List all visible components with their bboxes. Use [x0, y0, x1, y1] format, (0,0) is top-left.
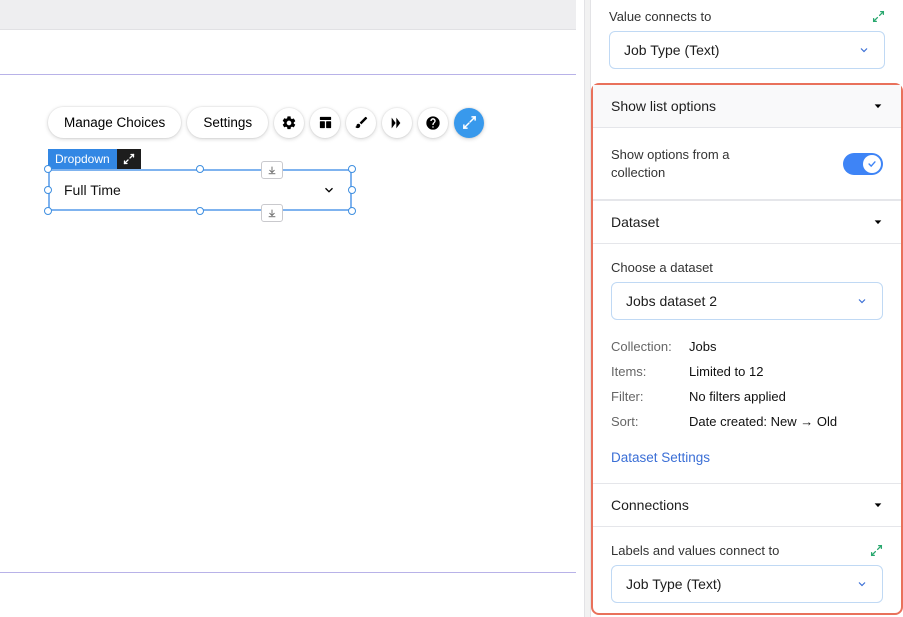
- connection-link-icon[interactable]: [872, 10, 885, 23]
- show-options-toggle[interactable]: [843, 153, 883, 175]
- layout-icon-button[interactable]: [310, 108, 340, 138]
- dataset-items-val: Limited to 12: [689, 364, 763, 379]
- dataset-info-list: Collection: Jobs Items: Limited to 12 Fi…: [593, 334, 901, 440]
- choose-dataset-value: Jobs dataset 2: [626, 293, 717, 309]
- help-icon: [425, 115, 441, 131]
- dataset-filter-val: No filters applied: [689, 389, 786, 404]
- design-icon-button[interactable]: [346, 108, 376, 138]
- stretch-handle-top[interactable]: [261, 161, 283, 179]
- dataset-filter-key: Filter:: [611, 389, 689, 404]
- value-connects-value: Job Type (Text): [624, 42, 719, 58]
- collapse-caret-icon: [873, 101, 883, 111]
- stretch-icon: [267, 165, 277, 175]
- choose-dataset-label: Choose a dataset: [611, 260, 713, 275]
- dataset-filter-row: Filter: No filters applied: [611, 384, 883, 409]
- selection-handle[interactable]: [348, 186, 356, 194]
- dataset-collection-key: Collection:: [611, 339, 689, 354]
- layout-icon: [318, 115, 333, 130]
- connect-data-icon: [462, 115, 477, 130]
- dropdown-value: Full Time: [64, 182, 121, 198]
- dataset-sort-val: Date created: New → Old: [689, 414, 837, 429]
- show-list-options-title: Show list options: [611, 98, 716, 114]
- toggle-knob: [863, 155, 881, 173]
- show-options-from-collection-row: Show options from a collection: [593, 128, 901, 200]
- labels-values-connect-row: Labels and values connect to: [593, 527, 901, 565]
- settings-button[interactable]: Settings: [187, 107, 268, 138]
- dataset-collection-row: Collection: Jobs: [611, 334, 883, 359]
- gear-icon: [281, 115, 297, 131]
- properties-panel: Value connects to Job Type (Text) Show l…: [591, 0, 903, 617]
- dataset-section-title: Dataset: [611, 214, 659, 230]
- canvas-area: Manage Choices Settings Dropdown Full Ti…: [0, 0, 580, 617]
- element-toolbar: Manage Choices Settings: [48, 107, 484, 138]
- element-type-label: Dropdown: [55, 152, 110, 166]
- chevron-down-icon: [858, 44, 870, 56]
- stretch-icon: [267, 208, 277, 218]
- dataset-items-row: Items: Limited to 12: [611, 359, 883, 384]
- value-connects-select[interactable]: Job Type (Text): [609, 31, 885, 69]
- connection-badge-icon: [123, 153, 135, 165]
- panel-resize-divider[interactable]: [584, 0, 591, 617]
- gear-icon-button[interactable]: [274, 108, 304, 138]
- element-connection-badge[interactable]: [117, 149, 141, 169]
- connection-link-icon[interactable]: [870, 544, 883, 557]
- dataset-collection-val: Jobs: [689, 339, 716, 354]
- dataset-items-key: Items:: [611, 364, 689, 379]
- chevron-down-icon: [856, 578, 868, 590]
- selection-handle[interactable]: [348, 165, 356, 173]
- check-icon: [867, 159, 877, 169]
- labels-values-connect-value: Job Type (Text): [626, 576, 721, 592]
- animation-icon: [389, 115, 405, 131]
- dropdown-element[interactable]: Full Time: [48, 169, 352, 211]
- selection-handle[interactable]: [196, 165, 204, 173]
- collapse-caret-icon: [873, 500, 883, 510]
- dataset-section-header[interactable]: Dataset: [593, 200, 901, 244]
- selection-handle[interactable]: [348, 207, 356, 215]
- choose-dataset-select[interactable]: Jobs dataset 2: [611, 282, 883, 320]
- dataset-settings-link[interactable]: Dataset Settings: [593, 440, 728, 483]
- show-list-options-header[interactable]: Show list options: [593, 85, 901, 128]
- highlighted-panel-region: Show list options Show options from a co…: [591, 83, 903, 615]
- connections-section-title: Connections: [611, 497, 689, 513]
- connect-data-icon-button[interactable]: [454, 108, 484, 138]
- manage-choices-button[interactable]: Manage Choices: [48, 107, 181, 138]
- dataset-sort-key: Sort:: [611, 414, 689, 429]
- labels-values-connect-select[interactable]: Job Type (Text): [611, 565, 883, 603]
- dataset-sort-row: Sort: Date created: New → Old: [611, 409, 883, 434]
- chevron-down-icon: [856, 295, 868, 307]
- connections-section-header[interactable]: Connections: [593, 483, 901, 527]
- choose-dataset-label-row: Choose a dataset: [593, 244, 901, 282]
- stretch-handle-bottom[interactable]: [261, 204, 283, 222]
- selection-handle[interactable]: [196, 207, 204, 215]
- labels-values-connect-label: Labels and values connect to: [611, 543, 779, 558]
- canvas-top-bar: [0, 0, 576, 30]
- value-connects-label-row: Value connects to: [591, 0, 903, 31]
- brush-icon: [354, 115, 369, 130]
- selection-handle[interactable]: [44, 186, 52, 194]
- selection-handle[interactable]: [44, 207, 52, 215]
- chevron-down-icon: [322, 183, 336, 197]
- animation-icon-button[interactable]: [382, 108, 412, 138]
- help-icon-button[interactable]: [418, 108, 448, 138]
- show-options-toggle-label: Show options from a collection: [611, 146, 771, 181]
- collapse-caret-icon: [873, 217, 883, 227]
- value-connects-label: Value connects to: [609, 9, 711, 24]
- selection-handle[interactable]: [44, 165, 52, 173]
- element-type-tag[interactable]: Dropdown: [48, 149, 141, 169]
